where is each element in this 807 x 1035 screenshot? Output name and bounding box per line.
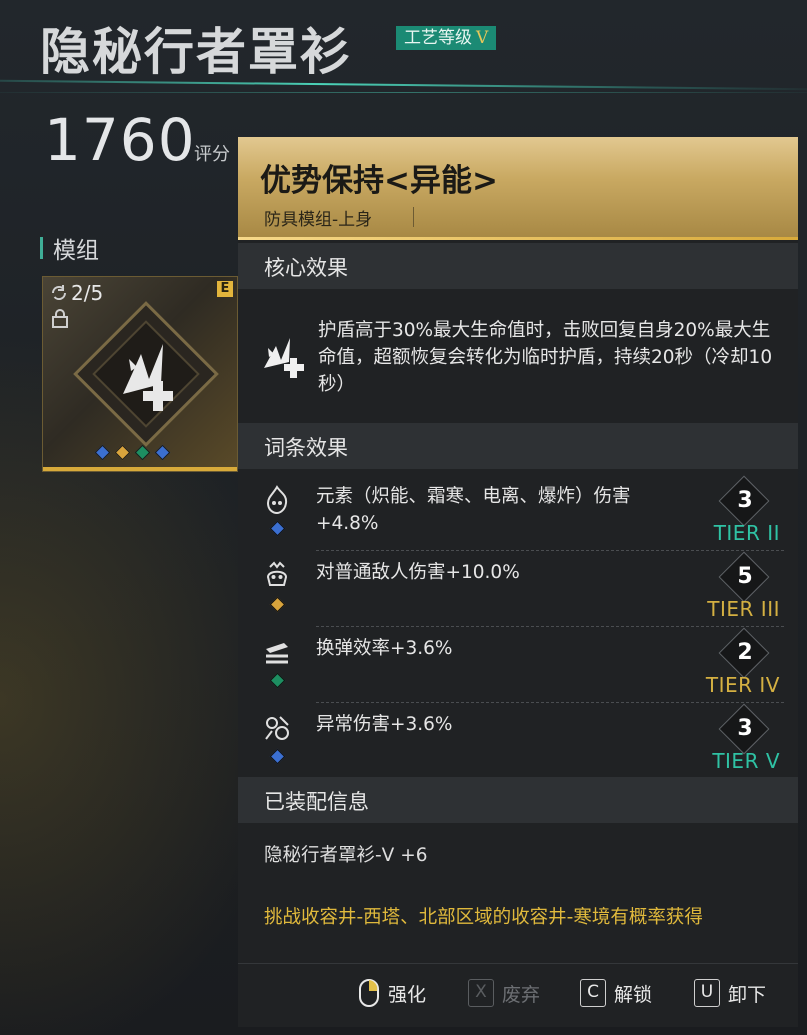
core-effect-header: 核心效果 [238, 243, 798, 289]
mouse-icon [359, 979, 379, 1007]
slot-diamond-icon [114, 444, 131, 461]
key-hint-c: C [580, 979, 606, 1007]
affix-level: 3 [737, 716, 753, 741]
affix-text: 元素（炽能、霜寒、电离、爆炸）伤害+4.8% [316, 486, 631, 534]
divider [316, 626, 784, 627]
lock-icon [52, 309, 68, 328]
unequip-button[interactable]: U 卸下 [694, 977, 766, 1009]
module-section-header: 模组 [40, 234, 99, 264]
decorative-glow-line [0, 92, 807, 93]
core-effect-label: 核心效果 [264, 256, 348, 280]
core-effect-icon [264, 338, 304, 378]
score-value: 1760 [44, 106, 196, 174]
discard-button[interactable]: X 废弃 [468, 977, 540, 1009]
tooltip-header: 优势保持<异能> 防具模组-上身 [238, 137, 798, 240]
affix-tier: TIER II [713, 521, 780, 545]
unequip-label: 卸下 [728, 983, 767, 1006]
module-emblem-icon [73, 301, 219, 447]
affix-effect-label: 词条效果 [264, 436, 348, 460]
enhance-label: 强化 [388, 983, 427, 1006]
affix-text: 异常伤害+3.6% [316, 714, 453, 735]
slot-diamond-icon [94, 444, 111, 461]
affix-row[interactable]: 异常伤害+3.6% 3 TIER V [238, 703, 798, 775]
divider [413, 207, 414, 227]
anomaly-icon [265, 716, 289, 740]
slot-diamond-icon [269, 596, 286, 613]
slot-diamond-icon [269, 520, 286, 537]
rarity-badge: E [217, 281, 233, 297]
affix-row[interactable]: 元素（炽能、霜寒、电离、爆炸）伤害+4.8% 3 TIER II [238, 475, 798, 551]
score-label: 评分 [194, 144, 230, 165]
equipped-item-text: 隐秘行者罩衫-V +6 [264, 845, 428, 866]
slot-indicators [94, 444, 171, 461]
module-name: 优势保持<异能> [260, 163, 498, 199]
unlock-button[interactable]: C 解锁 [580, 977, 652, 1009]
affix-row[interactable]: 换弹效率+3.6% 2 TIER IV [238, 627, 798, 703]
craft-level-label: 工艺等级 [404, 28, 472, 48]
key-hint-u: U [694, 979, 720, 1007]
unlock-label: 解锁 [614, 983, 653, 1006]
discard-label: 废弃 [502, 983, 541, 1006]
affix-tier: TIER IV [705, 673, 780, 697]
equipped-info-label: 已装配信息 [264, 790, 369, 814]
slot-diamond-icon [269, 748, 286, 765]
affix-tier: TIER III [707, 597, 780, 621]
module-card[interactable]: 2/5 E [42, 276, 238, 472]
module-section-label: 模组 [53, 238, 99, 264]
item-title: 隐秘行者罩衫 [40, 23, 352, 81]
affix-level: 3 [737, 488, 753, 513]
equipped-info-header: 已装配信息 [238, 777, 798, 823]
skull-icon [266, 561, 288, 586]
affix-level: 5 [737, 564, 753, 589]
divider [238, 963, 798, 964]
acquisition-source-text: 挑战收容井-西塔、北部区域的收容井-寒境有概率获得 [264, 907, 703, 928]
module-tooltip-panel: 优势保持<异能> 防具模组-上身 核心效果 护盾高于30%最大生命值时，击败回复… [238, 137, 798, 1027]
affix-text: 换弹效率+3.6% [316, 638, 453, 659]
craft-level-badge: 工艺等级 V [396, 26, 497, 50]
action-bar: 强化 X 废弃 C 解锁 U 卸下 [238, 975, 798, 1015]
selection-bar [43, 467, 237, 471]
key-hint-x: X [468, 979, 494, 1007]
divider [316, 702, 784, 703]
affix-row[interactable]: 对普通敌人伤害+10.0% 5 TIER III [238, 551, 798, 627]
core-effect-text: 护盾高于30%最大生命值时，击败回复自身20%最大生命值，超额恢复会转化为临时护… [318, 320, 773, 395]
cycle-icon [51, 285, 67, 301]
slot-diamond-icon [134, 444, 151, 461]
craft-level-value: V [476, 28, 489, 48]
affix-effect-header: 词条效果 [238, 423, 798, 469]
affix-tier: TIER V [712, 749, 780, 773]
flame-skull-icon [266, 485, 288, 515]
header-underline [238, 237, 798, 240]
divider [316, 550, 784, 551]
reload-icon [266, 643, 288, 664]
enhance-button[interactable]: 强化 [358, 977, 426, 1009]
affix-text: 对普通敌人伤害+10.0% [316, 562, 520, 583]
module-type: 防具模组-上身 [264, 210, 373, 230]
affix-level: 2 [737, 640, 753, 665]
slot-diamond-icon [269, 672, 286, 689]
slot-diamond-icon [154, 444, 171, 461]
section-marker [40, 237, 43, 259]
